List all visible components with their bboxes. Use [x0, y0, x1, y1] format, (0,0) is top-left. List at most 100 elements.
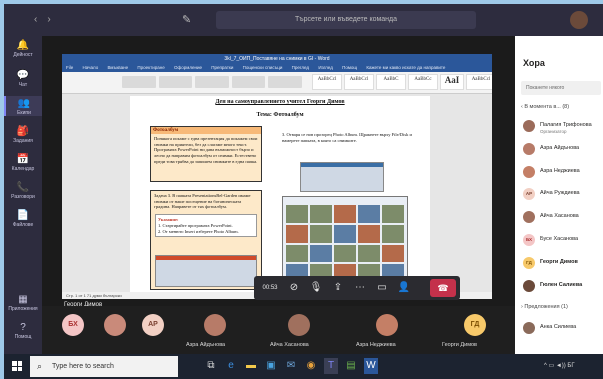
participants-icon[interactable]: 👤	[394, 278, 414, 298]
avatar	[523, 166, 535, 178]
photo-album-screenshot	[282, 196, 408, 286]
ribbon-font-controls[interactable]	[122, 76, 302, 88]
call-controls: 00:53 ⊘ 🎙 ⇪ ⋯ ▭ 👤 ☎	[254, 276, 460, 300]
info-box-title: Фотоалбум	[151, 127, 261, 134]
store-icon[interactable]: ▣	[264, 358, 278, 374]
participant-name: Айча Хасанова	[270, 342, 309, 348]
person-row[interactable]: Гюлен Салиева	[523, 280, 603, 296]
participant-avatar[interactable]	[104, 314, 126, 336]
person-row[interactable]: Анка Силиева	[523, 322, 603, 338]
microphone-icon[interactable]: 🎙	[306, 278, 326, 298]
suggestions-header[interactable]: › Предложения (1)	[521, 304, 568, 310]
dialog-screenshot	[300, 162, 384, 192]
styles-gallery: AaBbCcl AaBbCcl AaBbC AaBbCc AaI AaBbCcl	[312, 74, 492, 90]
participant-avatar[interactable]	[288, 314, 310, 336]
teams-icon[interactable]: T	[324, 358, 338, 374]
powerpoint-screenshot	[155, 255, 257, 287]
style-item[interactable]: AaBbCc	[408, 74, 438, 90]
avatar	[523, 322, 535, 334]
instruction-note: Указание: 1. Стартирайте програмата Powe…	[155, 213, 257, 238]
person-row[interactable]: ГД Георги Димов	[523, 257, 603, 273]
edge-icon[interactable]: e	[224, 358, 238, 374]
style-item[interactable]: AaBbC	[376, 74, 406, 90]
task-view-icon[interactable]: ⧉	[204, 358, 218, 374]
word-tab[interactable]: Оформление	[174, 65, 202, 70]
hang-up-button[interactable]: ☎	[430, 279, 456, 297]
files-icon: 📄	[16, 210, 30, 221]
person-role: Организатор	[540, 129, 567, 134]
participant-avatar[interactable]: АР	[142, 314, 164, 336]
word-tab[interactable]: Проектиране	[137, 65, 164, 70]
style-item[interactable]: AaBbCcl	[344, 74, 374, 90]
person-name: Георги Димов	[540, 259, 578, 265]
doc-topic: Тема: Фотоалбум	[256, 112, 304, 118]
rail-item-chat[interactable]: 💬 Чат	[4, 70, 42, 88]
word-tab[interactable]: Пощенски списъци	[243, 65, 283, 70]
windows-start-icon[interactable]	[12, 361, 22, 371]
paint-icon[interactable]: ▤	[344, 358, 358, 374]
invite-input[interactable]: Поканете някого	[521, 81, 601, 95]
participant-avatar[interactable]: БХ	[62, 314, 84, 336]
person-row[interactable]: Палагия Трифонова Организатор	[523, 120, 603, 136]
word-tell-me[interactable]: Кажете ми какво искате да направите	[366, 65, 445, 70]
chat-icon: 💬	[16, 70, 30, 81]
rail-item-calls[interactable]: 📞 Разговори	[4, 182, 42, 200]
avatar	[523, 143, 535, 155]
rail-item-files[interactable]: 📄 Файлове	[4, 210, 42, 228]
chrome-icon[interactable]: ◉	[304, 358, 318, 374]
word-tab[interactable]: Изглед	[318, 65, 333, 70]
word-tab[interactable]: File	[66, 65, 73, 70]
info-box: Фотоалбум Понякога искаме с една презент…	[150, 126, 262, 182]
people-title: Хора	[523, 58, 545, 68]
person-name: Азра Неджиева	[540, 168, 580, 174]
person-name: Анка Силиева	[540, 324, 577, 330]
word-icon[interactable]: W	[364, 358, 378, 374]
teams-icon: 👥	[17, 98, 31, 109]
participant-avatar[interactable]: ГД	[464, 314, 486, 336]
rail-item-activity[interactable]: 🔔 Дейност	[4, 40, 42, 58]
calendar-icon: 📅	[16, 154, 30, 165]
person-row[interactable]: БХ Бусе Хасанова	[523, 234, 603, 250]
participant-avatar[interactable]	[376, 314, 398, 336]
rail-item-teams[interactable]: 👥 Екипи	[4, 96, 42, 116]
more-icon[interactable]: ⋯	[350, 278, 370, 298]
word-tab[interactable]: Препратки	[211, 65, 233, 70]
participant-avatar[interactable]	[204, 314, 226, 336]
person-name: Азра Айдънова	[540, 145, 580, 151]
compose-icon[interactable]: ✎	[182, 13, 191, 26]
taskbar-search[interactable]: ⌕ Type here to search	[30, 356, 178, 377]
style-item[interactable]: AaI	[440, 74, 464, 90]
style-item[interactable]: AaBbCcl	[466, 74, 492, 90]
mail-icon[interactable]: ✉	[284, 358, 298, 374]
word-tab[interactable]: Помощ	[342, 65, 357, 70]
person-row[interactable]: Азра Айдънова	[523, 143, 603, 159]
person-name: Бусе Хасанова	[540, 236, 579, 242]
share-icon[interactable]: ⇪	[328, 278, 348, 298]
camera-icon[interactable]: ⊘	[284, 278, 304, 298]
user-avatar[interactable]	[570, 11, 588, 29]
explorer-icon[interactable]: ▬	[244, 358, 258, 374]
rail-item-help[interactable]: ? Помощ	[4, 322, 42, 340]
word-tab[interactable]: Вмъкване	[107, 65, 128, 70]
system-tray[interactable]: ^ ▭ ◄)) БГ	[544, 362, 575, 369]
word-tab[interactable]: Преглед	[292, 65, 309, 70]
person-row[interactable]: АР Айча Руждиева	[523, 188, 603, 204]
participant-name: Азра Неджиева	[356, 342, 396, 348]
word-tab[interactable]: Начало	[83, 65, 99, 70]
info-box-text: Понякога искаме с една презентация да по…	[154, 136, 258, 164]
rail-item-apps[interactable]: ▦ Приложения	[4, 294, 42, 312]
person-name: Айча Хасанова	[540, 213, 579, 219]
note-line: 2. От менюто Insert изберете Photo Album…	[158, 228, 239, 234]
nav-arrows[interactable]: ‹›	[34, 14, 61, 25]
search-icon: ⌕	[37, 361, 43, 371]
search-input[interactable]: Търсете или въведете команда	[216, 11, 476, 29]
in-meeting-header[interactable]: ‹ В момента в... (8)	[521, 104, 569, 110]
rail-item-assignments[interactable]: 🎒 Задания	[4, 126, 42, 144]
document-page[interactable]: Ден на самоуправлението учител Георги Ди…	[130, 96, 430, 296]
rail-item-calendar[interactable]: 📅 Календар	[4, 154, 42, 172]
person-row[interactable]: Айча Хасанова	[523, 211, 603, 227]
person-row[interactable]: Азра Неджиева	[523, 166, 603, 182]
chat-icon[interactable]: ▭	[372, 278, 392, 298]
note-title: Указание:	[158, 216, 179, 222]
style-item[interactable]: AaBbCcl	[312, 74, 342, 90]
